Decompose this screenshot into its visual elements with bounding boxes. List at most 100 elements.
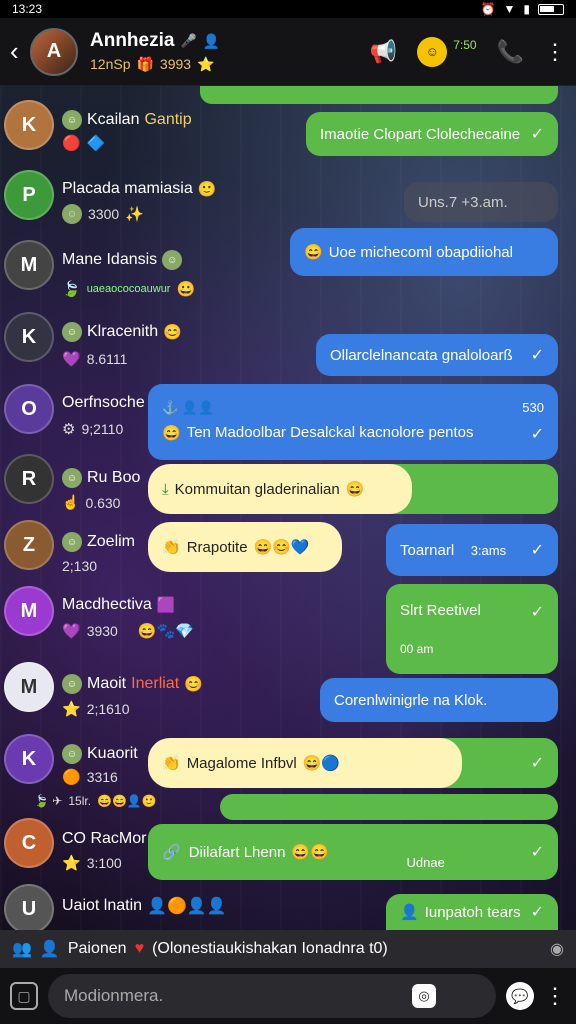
message-bubble[interactable]: 😄 Uoe michecoml obapdiiohal: [290, 228, 558, 276]
chat-header: ‹ A Annhezia 🎤 👤 12nSp 🎁 3993 ⭐ 📢 ☺ 7:50…: [0, 18, 576, 86]
emoji-icon: 😄😊💙: [253, 539, 310, 556]
attach-icon[interactable]: ▢: [10, 982, 38, 1010]
reply-author: Paionen: [67, 940, 127, 957]
mini-avatar-icon: 👤: [400, 904, 419, 921]
leaf-icon: 🍃 ✈: [34, 794, 63, 808]
chat-row[interactable]: M Macdhectiva 🟪 💜 3930 😄🐾💎 Slrt Reetivel…: [0, 584, 576, 674]
mini-avatar-icon: ☺: [62, 110, 82, 130]
chat-row[interactable]: P Placada mamiasia 🙂 ☺ 3300 ✨ Uns.7 +3.a…: [0, 168, 576, 228]
user-sub: ⚙ 9;2110: [62, 421, 124, 438]
bubble-body: Slrt Reetivel ✓: [400, 602, 544, 621]
megaphone-icon[interactable]: 📢: [370, 39, 397, 65]
user-sub: ⭐ 2;1610: [62, 701, 130, 718]
chat-row[interactable]: M ☺ Maoit Inerliat 😊 ⭐ 2;1610 Corenlwini…: [0, 660, 576, 730]
header-subtitle: 12nSp 🎁 3993 ⭐: [90, 56, 220, 73]
header-avatar[interactable]: A: [30, 27, 78, 76]
more-options-icon[interactable]: ⋮: [544, 983, 566, 1009]
chat-row[interactable]: C CO RacMor ⭐ 3:100 🔗 Diilafart Lhenn 😄😄…: [0, 816, 576, 882]
chat-row[interactable]: K ☺ Kuaorit 🟠 3316 🍃 ✈ 15lr. 😄😄👤🙂 3ams ✓…: [0, 732, 576, 820]
alarm-icon: ⏰: [480, 2, 496, 16]
read-check-icon: ✓: [530, 126, 544, 143]
reply-detail: (Olonestiaukishakan Ionadnra t0): [152, 940, 388, 957]
message-bubble[interactable]: Toarnarl 3:ams ✓: [386, 524, 558, 576]
header-actions: 📢 ☺ 7:50 📞 ⋮: [370, 36, 566, 67]
purple-badge-icon: 💜: [62, 351, 81, 368]
chat-row[interactable]: R ☺ Ru Boo ☝ 0.630 ⤓ Kommuitan gladerina…: [0, 452, 576, 514]
user-avatar[interactable]: K: [4, 734, 54, 784]
header-user-avatar[interactable]: ☺: [417, 36, 448, 67]
header-text[interactable]: Annhezia 🎤 👤 12nSp 🎁 3993 ⭐: [90, 30, 220, 73]
user-avatar[interactable]: C: [4, 818, 54, 868]
mini-avatar-icon: ☺: [62, 204, 82, 224]
read-check-icon: ✓: [530, 904, 544, 921]
badge-blue-icon: 🔷: [86, 135, 106, 152]
message-bubble[interactable]: 👏 Magalome Infbvl 😄🔵: [148, 738, 462, 788]
wifi-icon: ▼: [503, 2, 516, 16]
user-avatar[interactable]: K: [4, 312, 54, 362]
user-sub: 💜 3930 😄🐾💎: [62, 623, 194, 640]
emoji-icon: 😄😄: [291, 844, 329, 861]
message-bubble[interactable]: Corenlwinigrle na Klok.: [320, 678, 558, 722]
emoji-icon: 👏: [162, 539, 181, 556]
mini-avatar-icon: ☺: [62, 532, 82, 552]
mini-avatar-icon: ☺: [62, 468, 82, 488]
read-check-icon: ✓: [530, 542, 544, 559]
user-sub: 💜 8.6111: [62, 351, 128, 368]
mini-avatar-icon: ☺: [62, 674, 82, 694]
chat-row[interactable]: O Oerfnsoche ⚙ 9;2110 ⚓ 👤👤 530 😄 Ten Mad…: [0, 382, 576, 460]
message-bubble[interactable]: 👤 Iunpatoh tears ✓: [386, 894, 558, 930]
read-check-icon: ✓: [530, 347, 544, 364]
composer: ▢ ◎ 💬 ⋮: [0, 968, 576, 1024]
user-avatar[interactable]: K: [4, 100, 54, 150]
leaf-icon: 🍃: [62, 281, 81, 298]
message-bubble[interactable]: 👏 Rrapotite 😄😊💙: [148, 522, 342, 572]
chat-row[interactable]: M Mane Idansis ☺ 🍃 uaeaococoauwur 😀 😄 Uo…: [0, 228, 576, 298]
message-bubble[interactable]: ⤓ Kommuitan gladerinalian 😄: [148, 464, 412, 514]
camera-icon[interactable]: ◎: [412, 984, 436, 1008]
chat-bubble-icon[interactable]: 💬: [506, 982, 534, 1010]
more-menu-icon[interactable]: ⋮: [544, 39, 566, 65]
message-bubble[interactable]: 🔗 Diilafart Lhenn 😄😄 Udnae ✓: [148, 824, 558, 880]
user-avatar[interactable]: M: [4, 662, 54, 712]
badge-icon: 🟠: [62, 769, 81, 786]
message-bubble[interactable]: Imaotie Clopart Clolechecaine ✓: [306, 112, 558, 156]
chat-row[interactable]: K ☺ Kcailan Gantip 🔴 🔷 Imaotie Clopart C…: [0, 98, 576, 158]
member-avatar-icon: 👤: [202, 32, 221, 49]
phone-icon[interactable]: 📞: [497, 39, 524, 65]
chat-row[interactable]: U Uaiot lnatin 👤🟠👤👤 👤 Iunpatoh tears ✓: [0, 882, 576, 934]
user-avatar[interactable]: Z: [4, 520, 54, 570]
badge-red-icon: 🔴: [62, 135, 81, 152]
star-icon: ⭐: [197, 56, 215, 72]
emoji-icon: 😄🔵: [302, 755, 341, 772]
chat-title: Annhezia: [90, 30, 175, 51]
reply-preview[interactable]: 👥 👤 Paionen ♥ (Olonestiaukishakan Ionadn…: [0, 930, 576, 968]
emoji-icon: 😊: [184, 676, 203, 693]
user-avatar[interactable]: M: [4, 240, 54, 290]
user-avatar[interactable]: U: [4, 884, 54, 934]
read-check-icon: ✓: [530, 604, 544, 621]
message-bubble[interactable]: ⚓ 👤👤 530 😄 Ten Madoolbar Desalckal kacno…: [148, 384, 558, 460]
subtitle-text: 12nSp: [90, 56, 131, 72]
chat-row[interactable]: Z ☺ Zoelim 2;130 👏 Rrapotite 😄😊💙 Toarnar…: [0, 518, 576, 584]
user-name: Oerfnsoche: [62, 394, 145, 411]
user-sub: ☺ 3300 ✨: [62, 204, 144, 224]
mini-avatar-icon: ☺: [62, 744, 82, 764]
message-bubble[interactable]: Ollarclelnancata gnaloloarß ✓: [316, 334, 558, 376]
read-check-icon: ✓: [530, 755, 544, 772]
emoji-icon: 😄😄👤🙂: [97, 794, 157, 808]
user-name: ☺ Kcailan Gantip: [62, 110, 192, 130]
user-sub: ☝ 0.630: [62, 494, 121, 511]
user-name: CO RacMor: [62, 830, 147, 847]
status-icons: ⏰ ▼ ▮: [481, 2, 564, 16]
user-avatar[interactable]: R: [4, 454, 54, 504]
gesture-icon: ☝: [62, 494, 80, 510]
close-reply-icon[interactable]: ◉: [550, 939, 564, 959]
user-avatar[interactable]: M: [4, 586, 54, 636]
user-sub: 2;130: [62, 558, 98, 574]
subtitle-extra: 3993: [159, 56, 192, 72]
user-avatar[interactable]: P: [4, 170, 54, 220]
emoji-icon: 😄: [345, 481, 365, 498]
user-avatar[interactable]: O: [4, 384, 54, 434]
back-arrow-icon[interactable]: ‹: [10, 36, 30, 67]
chat-row[interactable]: K ☺ Klracenith 😊 💜 8.6111 Ollarclelnanca…: [0, 310, 576, 376]
